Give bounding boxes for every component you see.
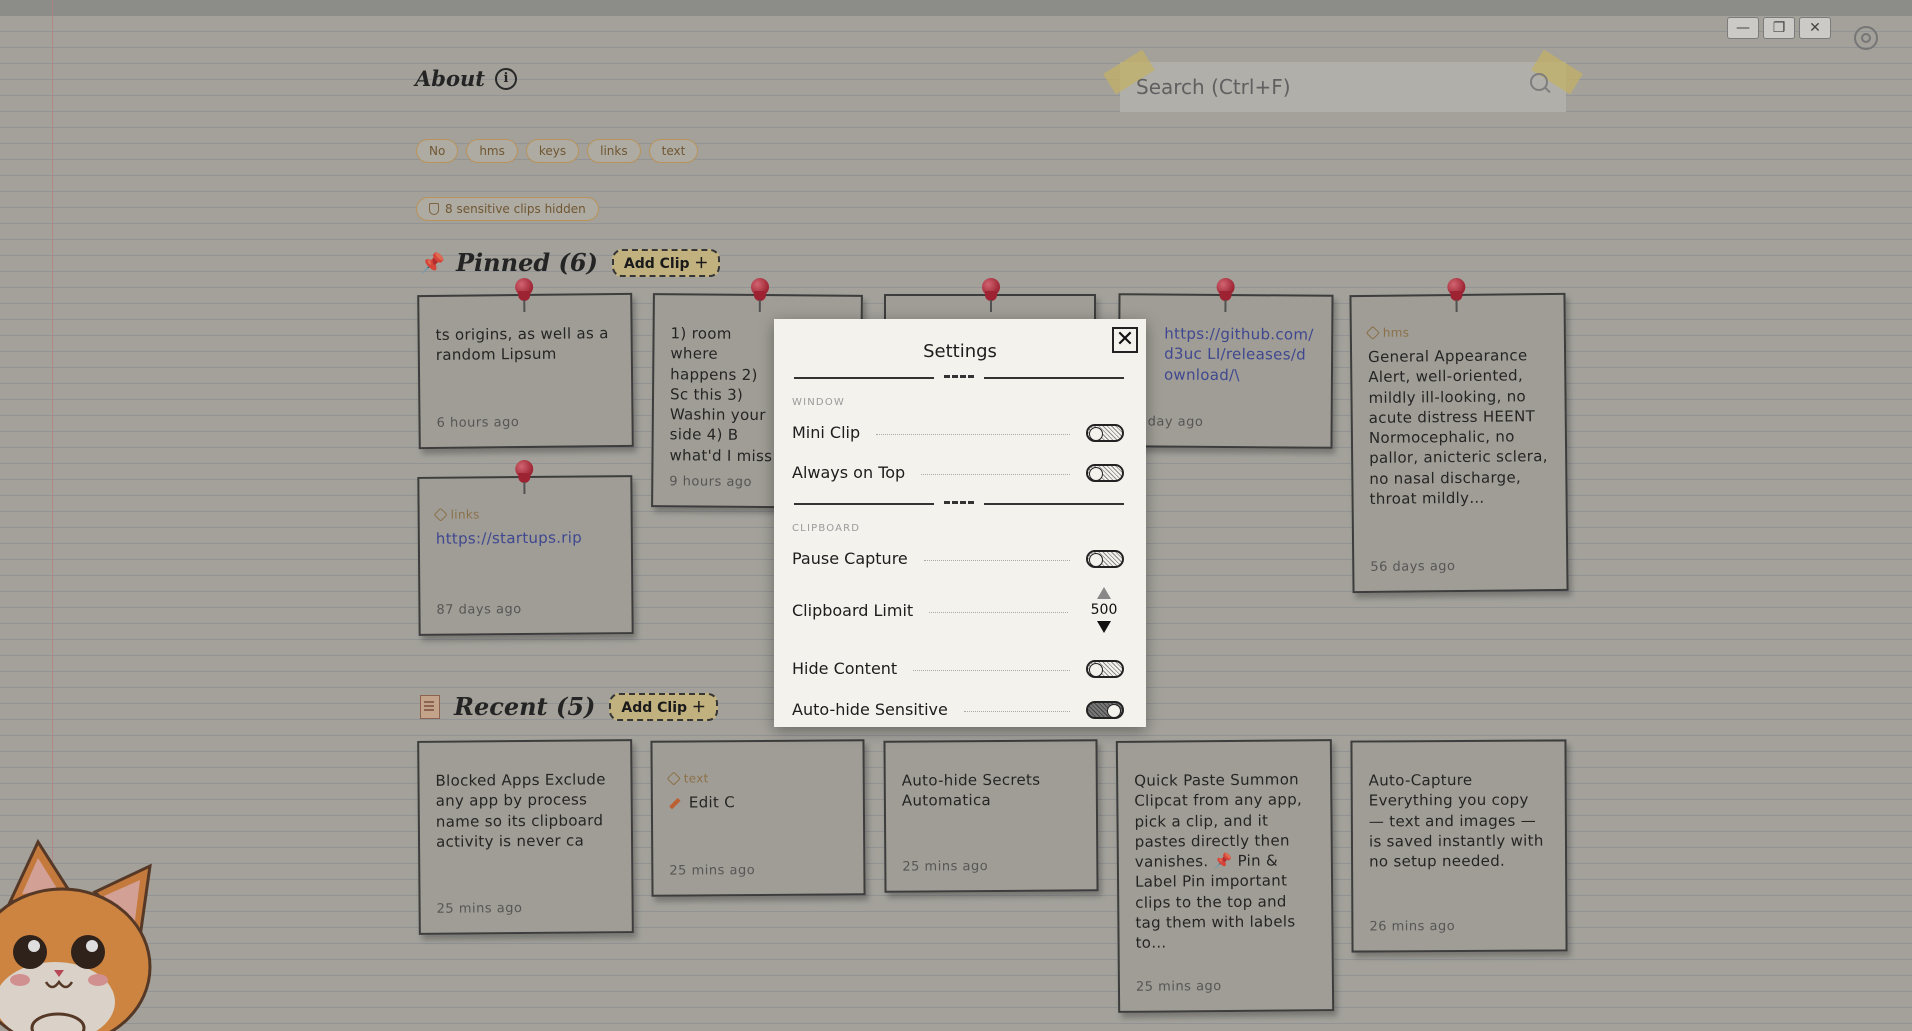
pause-capture-row: Pause Capture	[792, 549, 1124, 568]
always-on-top-toggle[interactable]	[1086, 463, 1124, 482]
hide-content-toggle[interactable]	[1086, 659, 1124, 678]
hide-content-row: Hide Content	[792, 659, 1124, 678]
clipboard-group-label: CLIPBOARD	[792, 523, 861, 534]
close-icon: ✕	[1115, 327, 1135, 352]
clipboard-limit-row: Clipboard Limit 500	[792, 587, 1124, 633]
close-settings-button[interactable]: ✕	[1112, 327, 1138, 353]
clipboard-limit-value[interactable]: 500	[1091, 602, 1118, 618]
always-on-top-row: Always on Top	[792, 463, 1124, 482]
pause-capture-toggle[interactable]	[1086, 549, 1124, 568]
settings-dialog: Settings ✕ WINDOW Mini Clip Always on To…	[774, 319, 1146, 727]
divider	[794, 374, 1124, 382]
auto-hide-sensitive-toggle[interactable]	[1086, 700, 1124, 719]
increment-arrow-icon[interactable]	[1097, 587, 1111, 599]
always-on-top-label: Always on Top	[792, 463, 906, 482]
mini-clip-row: Mini Clip	[792, 423, 1124, 442]
clipboard-limit-label: Clipboard Limit	[792, 600, 914, 620]
mini-clip-label: Mini Clip	[792, 423, 861, 442]
hide-content-label: Hide Content	[792, 659, 898, 678]
clipboard-limit-stepper[interactable]: 500	[1084, 587, 1124, 633]
settings-title: Settings	[923, 341, 997, 362]
decrement-arrow-icon[interactable]	[1097, 621, 1111, 633]
divider	[794, 500, 1124, 508]
window-group-label: WINDOW	[792, 397, 845, 408]
auto-hide-sensitive-label: Auto-hide Sensitive	[792, 700, 948, 719]
auto-hide-sensitive-row: Auto-hide Sensitive	[792, 700, 1124, 719]
pause-capture-label: Pause Capture	[792, 549, 908, 568]
mini-clip-toggle[interactable]	[1086, 423, 1124, 442]
